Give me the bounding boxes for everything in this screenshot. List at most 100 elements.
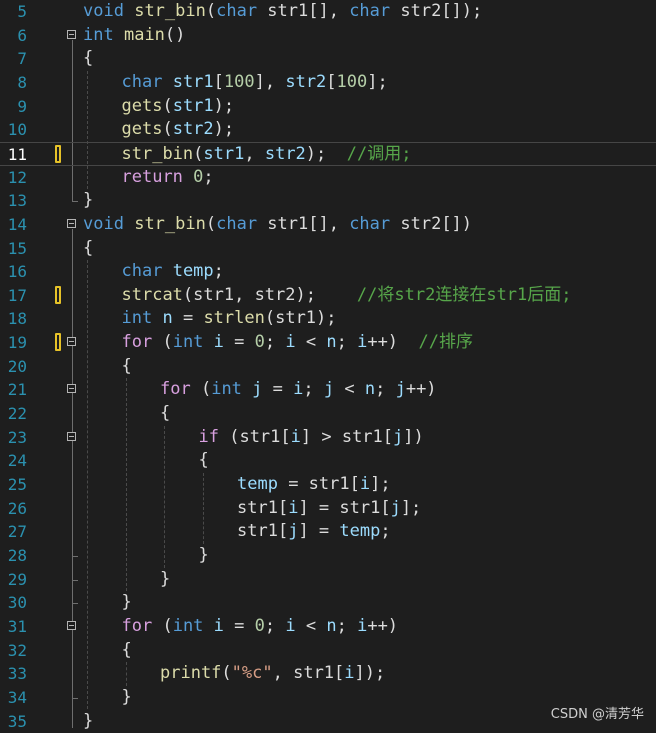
code-line[interactable]: 11 str_bin(str1, str2); //调用; (0, 142, 656, 166)
code-text: strcat(str1, str2); //将str2连接在str1后面; (122, 284, 572, 308)
line-number: 12 (0, 166, 27, 190)
line-number: 31 (0, 615, 27, 639)
code-line[interactable]: 31 for (int i = 0; i < n; i++) (0, 615, 656, 639)
code-text: } (83, 710, 93, 733)
code-text: for (int i = 0; i < n; i++) (122, 615, 399, 639)
watermark: CSDN @清芳华 (551, 703, 644, 722)
line-number: 20 (0, 355, 27, 379)
code-line[interactable]: 18 int n = strlen(str1); (0, 307, 656, 331)
line-number: 6 (0, 24, 27, 48)
code-line[interactable]: 33 printf("%c", str1[i]); (0, 662, 656, 686)
collapse-icon[interactable] (67, 384, 76, 393)
line-number: 15 (0, 237, 27, 261)
code-line[interactable]: 10gets(str2); (0, 118, 656, 142)
collapse-icon[interactable] (67, 621, 76, 630)
line-number: 26 (0, 497, 27, 521)
line-number: 8 (0, 71, 27, 95)
line-number: 7 (0, 47, 27, 71)
code-text: } (122, 591, 132, 615)
collapse-icon[interactable] (67, 219, 76, 228)
code-text: str_bin(str1, str2); //调用; (122, 143, 412, 167)
code-line[interactable]: 19 for (int i = 0; i < n; i++) //排序 (0, 331, 656, 355)
code-line[interactable]: 22 { (0, 402, 656, 426)
code-line[interactable]: 12 return 0; (0, 166, 656, 190)
line-number: 14 (0, 213, 27, 237)
code-line[interactable]: 13} (0, 189, 656, 213)
code-line[interactable]: 20 { (0, 355, 656, 379)
line-number: 18 (0, 307, 27, 331)
code-text: str1[i] = str1[j]; (237, 497, 421, 521)
code-text: if (str1[i] > str1[j]) (199, 426, 424, 450)
code-line[interactable]: 21for (int j = i; j < n; j++) (0, 378, 656, 402)
line-number: 13 (0, 189, 27, 213)
line-number: 22 (0, 402, 27, 426)
line-number: 33 (0, 662, 27, 686)
code-text: str1[j] = temp; (237, 520, 391, 544)
code-line[interactable]: 5 void str_bin(char str1[], char str2[]); (0, 0, 656, 24)
code-text: printf("%c", str1[i]); (160, 662, 385, 686)
code-line[interactable]: 17 strcat(str1, str2); //将str2连接在str1后面; (0, 284, 656, 308)
code-line[interactable]: 15 { (0, 237, 656, 261)
line-number: 16 (0, 260, 27, 284)
code-line[interactable]: 14 void str_bin(char str1[], char str2[]) (0, 213, 656, 237)
code-line[interactable]: 25 temp = str1[i]; (0, 473, 656, 497)
code-text: int n = strlen(str1); (122, 307, 337, 331)
code-text: { (199, 449, 209, 473)
code-text: { (83, 47, 93, 71)
code-line[interactable]: 24 { (0, 449, 656, 473)
code-line[interactable]: 8 char str1[100], str2[100]; (0, 71, 656, 95)
collapse-icon[interactable] (67, 30, 76, 39)
code-line[interactable]: 6 int main() (0, 24, 656, 48)
line-number: 28 (0, 544, 27, 568)
code-line[interactable]: 26 str1[i] = str1[j]; (0, 497, 656, 521)
code-line[interactable]: 23 if (str1[i] > str1[j]) (0, 426, 656, 450)
code-text: { (160, 402, 170, 426)
code-line[interactable]: 32 { (0, 639, 656, 663)
line-number: 32 (0, 639, 27, 663)
code-text: return 0; (122, 166, 214, 190)
code-text: char str1[100], str2[100]; (122, 71, 388, 95)
line-number: 11 (0, 143, 27, 167)
code-line[interactable]: 9 gets(str1); (0, 95, 656, 119)
code-editor[interactable]: 5 void str_bin(char str1[], char str2[]);… (0, 0, 656, 728)
code-text: { (122, 355, 132, 379)
code-text: } (199, 544, 209, 568)
line-number: 24 (0, 449, 27, 473)
code-line[interactable]: 28} (0, 544, 656, 568)
code-line[interactable]: 27 str1[j] = temp; (0, 520, 656, 544)
code-line[interactable]: 30} (0, 591, 656, 615)
code-text: } (160, 568, 170, 592)
code-text: { (122, 639, 132, 663)
line-number: 34 (0, 686, 27, 710)
change-marker (55, 145, 61, 163)
line-number: 27 (0, 520, 27, 544)
change-marker (55, 333, 61, 351)
code-text: for (int j = i; j < n; j++) (160, 378, 437, 402)
collapse-icon[interactable] (67, 337, 76, 346)
line-number: 23 (0, 426, 27, 450)
line-number: 17 (0, 284, 27, 308)
code-text: } (83, 189, 93, 213)
code-text: for (int i = 0; i < n; i++) //排序 (122, 331, 474, 355)
code-text: } (122, 686, 132, 710)
line-number: 29 (0, 568, 27, 592)
code-text: void str_bin(char str1[], char str2[]) (83, 213, 472, 237)
code-line[interactable]: 16 char temp; (0, 260, 656, 284)
change-marker (55, 286, 61, 304)
code-line[interactable]: 7{ (0, 47, 656, 71)
code-text: void str_bin(char str1[], char str2[]); (83, 0, 482, 24)
code-text: int main() (83, 24, 185, 48)
code-text: gets(str1); (122, 95, 235, 119)
line-number: 5 (0, 0, 27, 24)
code-text: { (83, 237, 93, 261)
code-text: char temp; (122, 260, 224, 284)
line-number: 30 (0, 591, 27, 615)
line-number: 35 (0, 710, 27, 733)
line-number: 19 (0, 331, 27, 355)
code-text: temp = str1[i]; (237, 473, 391, 497)
line-number: 25 (0, 473, 27, 497)
collapse-icon[interactable] (67, 432, 76, 441)
code-text: gets(str2); (122, 118, 235, 142)
line-number: 9 (0, 95, 27, 119)
code-line[interactable]: 29} (0, 568, 656, 592)
